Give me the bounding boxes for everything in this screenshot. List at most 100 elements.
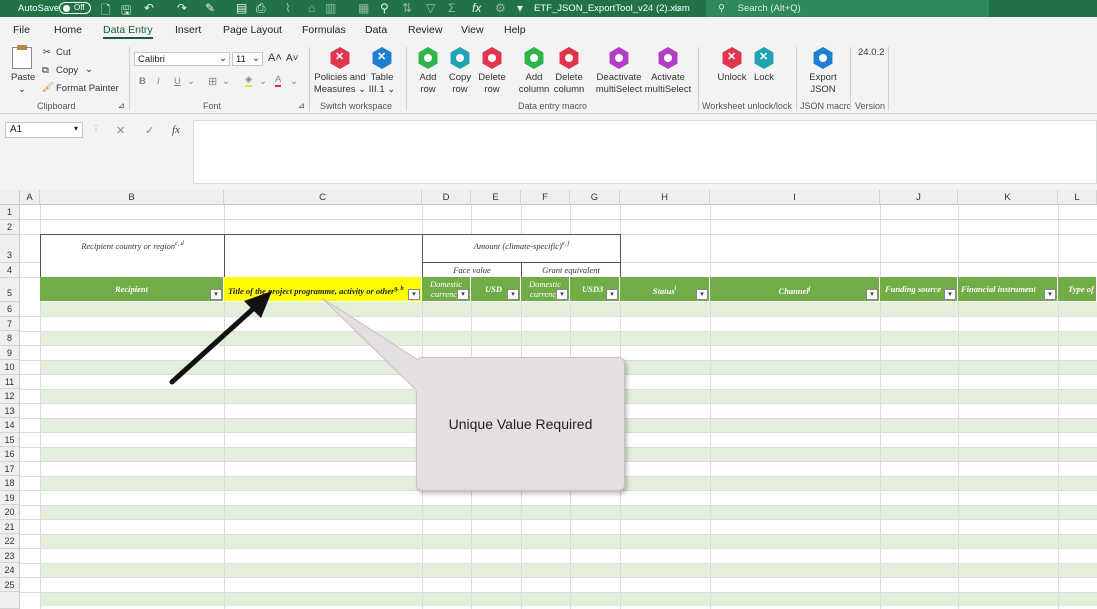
filter-dropdown-icon[interactable]: ▾ (1044, 289, 1056, 300)
row-header[interactable]: 8 (0, 331, 20, 346)
title-column-header[interactable]: Title of the project programme, activity… (224, 277, 422, 301)
channel-column-header[interactable]: Channelj (710, 277, 880, 301)
amount-header[interactable]: Amount (climate-specific)e, f (422, 234, 621, 263)
delete-row-button[interactable]: Delete row (476, 72, 508, 96)
column-header-i[interactable]: I (710, 190, 880, 205)
filter-dropdown-icon[interactable]: ▾ (507, 289, 519, 300)
name-box[interactable]: A1 ▾ (5, 122, 83, 138)
chevron-down-icon[interactable]: ⌄ (259, 76, 267, 87)
delete-column-icon[interactable] (559, 47, 579, 69)
financial-instrument-column-header[interactable]: Financial instrument (958, 277, 1058, 301)
tab-data[interactable]: Data (365, 24, 387, 36)
filter-dropdown-icon[interactable]: ▾ (408, 289, 420, 300)
settings-icon[interactable]: ⚙ (495, 1, 506, 15)
redo-icon[interactable]: ↷ (177, 1, 187, 15)
chevron-down-icon[interactable]: ⌄ (290, 76, 298, 87)
search-box[interactable]: ⚲ Search (Alt+Q) (706, 0, 989, 17)
add-column-button[interactable]: Add column (515, 72, 553, 96)
column-header-d[interactable]: D (422, 190, 471, 205)
row-header[interactable]: 22 (0, 534, 20, 549)
row-header[interactable]: 18 (0, 476, 20, 491)
bold-icon[interactable]: B (139, 76, 146, 87)
chevron-down-icon[interactable]: ⌄ (187, 76, 195, 87)
table-iii1-button[interactable]: Table III.1 ⌄ (366, 72, 398, 96)
increase-font-icon[interactable]: A˄ (268, 52, 282, 64)
deactivate-multiselect-button[interactable]: Deactivate multiSelect (594, 72, 644, 96)
filter-dropdown-icon[interactable]: ▾ (696, 289, 708, 300)
undo-icon[interactable]: ↶ (144, 1, 154, 15)
chart-icon[interactable]: ▥ (325, 1, 336, 15)
add-row-button[interactable]: Add row (413, 72, 443, 96)
tab-home[interactable]: Home (54, 24, 82, 36)
borders-icon[interactable]: ⊞ (208, 75, 217, 88)
row-header[interactable]: 6 (0, 302, 20, 317)
tab-formulas[interactable]: Formulas (302, 24, 346, 36)
row-header[interactable] (0, 592, 20, 609)
column-header-e[interactable]: E (471, 190, 521, 205)
column-header-k[interactable]: K (958, 190, 1058, 205)
chevron-down-icon[interactable]: ⌄ (222, 76, 230, 87)
font-size-select[interactable]: 11 ⌄ (232, 52, 263, 66)
tab-view[interactable]: View (461, 24, 484, 36)
delete-row-icon[interactable] (482, 47, 502, 69)
find-icon[interactable]: ⚲ (380, 1, 389, 15)
function-icon[interactable]: fx (472, 1, 481, 15)
recipient-region-header[interactable]: Recipient country or regionc, d (40, 234, 225, 278)
autosave-toggle[interactable]: Off (59, 2, 91, 14)
copy-row-icon[interactable] (450, 47, 470, 69)
row-header[interactable]: 4 (0, 263, 20, 278)
file-name[interactable]: ETF_JSON_ExportTool_v24 (2).xlsm (534, 3, 690, 14)
type-of-column-header[interactable]: Type of (1058, 277, 1097, 301)
autosum-icon[interactable]: Σ (448, 1, 455, 15)
open-folder-icon[interactable]: ⌂ (308, 1, 315, 15)
insert-function-icon[interactable]: fx (172, 124, 180, 136)
cut-icon[interactable]: ✂ (43, 47, 51, 58)
format-painter-qat-icon[interactable]: ✎ (205, 1, 215, 15)
delete-column-button[interactable]: Delete column (550, 72, 588, 96)
tab-review[interactable]: Review (408, 24, 442, 36)
copy-button[interactable]: Copy (56, 65, 78, 76)
print-icon[interactable]: ⎙ (256, 1, 266, 16)
filter-dropdown-icon[interactable]: ▾ (866, 289, 878, 300)
column-header-c[interactable]: C (224, 190, 422, 205)
cancel-icon[interactable]: ✕ (116, 124, 125, 137)
row-header[interactable]: 9 (0, 346, 20, 360)
filter-dropdown-icon[interactable]: ▾ (457, 289, 469, 300)
row-header[interactable]: 1 (0, 205, 20, 220)
filter-dropdown-icon[interactable]: ▾ (556, 289, 568, 300)
grant-equivalent-header[interactable]: Grant equivalent (521, 262, 621, 278)
row-header[interactable]: 3 (0, 235, 20, 263)
add-row-icon[interactable] (418, 47, 438, 69)
export-json-button[interactable]: Export JSON (805, 72, 841, 96)
title-group-header[interactable] (224, 234, 423, 278)
row-header[interactable]: 2 (0, 220, 20, 235)
filter-icon[interactable]: ▽ (426, 1, 435, 15)
recipient-column-header[interactable]: Recipient (40, 277, 224, 301)
sort-icon[interactable]: ⇅ (402, 1, 412, 15)
print-preview-icon[interactable]: ▤ (236, 1, 247, 15)
row-header[interactable]: 21 (0, 520, 20, 534)
clipboard-launcher-icon[interactable]: ⊿ (118, 101, 125, 110)
font-color-icon[interactable]: A (275, 74, 282, 87)
unlock-button[interactable]: Unlock (713, 72, 751, 84)
enter-icon[interactable]: ✓ (145, 124, 154, 137)
lock-button[interactable]: Lock (748, 72, 780, 84)
copy-dropdown-icon[interactable]: ⌄ (85, 64, 93, 75)
column-header-j[interactable]: J (880, 190, 958, 205)
tab-insert[interactable]: Insert (175, 24, 201, 36)
select-all-corner[interactable] (0, 190, 20, 205)
row-header[interactable]: 5 (0, 278, 20, 302)
activate-multiselect-icon[interactable] (658, 47, 678, 69)
row-header[interactable]: 23 (0, 549, 20, 563)
export-json-icon[interactable] (813, 47, 833, 69)
add-column-icon[interactable] (524, 47, 544, 69)
policies-measures-icon[interactable] (330, 47, 350, 69)
filter-dropdown-icon[interactable]: ▾ (944, 289, 956, 300)
lock-icon[interactable] (754, 47, 774, 69)
filter-dropdown-icon[interactable]: ▾ (210, 289, 222, 300)
row-header[interactable]: 19 (0, 491, 20, 505)
filter-dropdown-icon[interactable]: ▾ (606, 289, 618, 300)
copy-row-button[interactable]: Copy row (445, 72, 475, 96)
cut-button[interactable]: Cut (56, 47, 71, 58)
unlock-icon[interactable] (722, 47, 742, 69)
